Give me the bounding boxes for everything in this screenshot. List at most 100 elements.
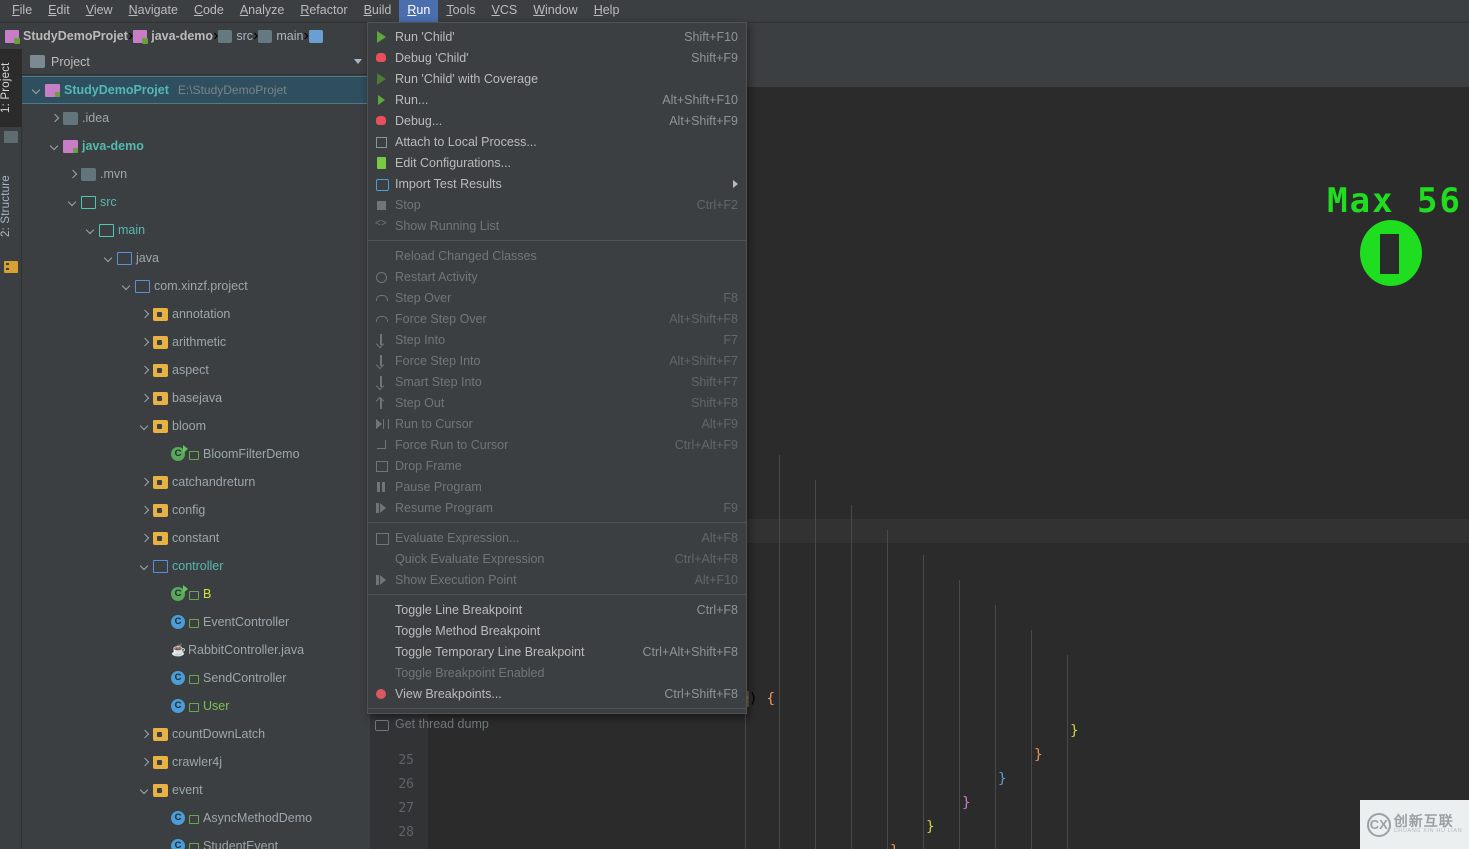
code-closing-brace[interactable]: } <box>890 839 899 849</box>
menu-help[interactable]: Help <box>586 0 628 22</box>
menu-window[interactable]: Window <box>525 0 585 22</box>
chevron-right-icon[interactable] <box>138 364 151 377</box>
tree-node-b[interactable]: CB <box>22 580 370 608</box>
menu-item-view-breakpoints[interactable]: View Breakpoints... Ctrl+Shift+F8 <box>368 683 746 704</box>
menu-bar: File Edit View Navigate Code Analyze Refactor B… <box>0 0 1469 23</box>
tree-node-com-xinzf-project[interactable]: com.xinzf.project <box>22 272 370 300</box>
class-icon: C <box>171 615 185 629</box>
chevron-right-icon[interactable] <box>138 504 151 517</box>
chevron-right-icon[interactable] <box>138 336 151 349</box>
chevron-down-icon[interactable] <box>138 420 151 433</box>
tree-node-studentevent[interactable]: C StudentEvent <box>22 832 370 849</box>
breadcrumb-item[interactable]: java-demo <box>133 29 213 44</box>
breadcrumb-item[interactable]: StudyDemoProjet <box>5 29 128 44</box>
menu-view[interactable]: View <box>78 0 121 22</box>
chevron-right-icon[interactable] <box>138 392 151 405</box>
chevron-down-icon[interactable] <box>138 560 151 573</box>
tree-node--idea[interactable]: .idea <box>22 104 370 132</box>
chevron-down-icon[interactable] <box>66 196 79 209</box>
chevron-right-icon[interactable] <box>138 756 151 769</box>
chevron-right-icon[interactable] <box>138 476 151 489</box>
menu-item-debug-child[interactable]: Debug 'Child' Shift+F9 <box>368 47 746 68</box>
sidebar-item-structure[interactable]: 2: Structure <box>0 157 22 255</box>
menu-file[interactable]: File <box>4 0 40 22</box>
menu-analyze[interactable]: Analyze <box>232 0 292 22</box>
chevron-down-icon[interactable] <box>138 784 151 797</box>
tree-node-label: java <box>136 251 159 265</box>
breadcrumb-item[interactable]: src <box>218 29 253 43</box>
tree-node-java-demo[interactable]: java-demo <box>22 132 370 160</box>
chevron-down-icon[interactable] <box>120 280 133 293</box>
menu-item-toggle-line-breakpoint[interactable]: Toggle Line Breakpoint Ctrl+F8 <box>368 599 746 620</box>
chevron-down-icon[interactable] <box>48 140 61 153</box>
menu-run[interactable]: Run <box>399 0 439 22</box>
menu-edit[interactable]: Edit <box>40 0 78 22</box>
tree-node-src[interactable]: src <box>22 188 370 216</box>
chevron-down-icon[interactable] <box>354 59 362 64</box>
menu-item-label: Show Running List <box>395 218 500 233</box>
menu-item-shortcut: Alt+Shift+F7 <box>669 353 738 368</box>
tree-node-controller[interactable]: controller <box>22 552 370 580</box>
chevron-right-icon[interactable] <box>48 112 61 125</box>
tree-node-aspect[interactable]: aspect <box>22 356 370 384</box>
tree-node-crawler4j[interactable]: crawler4j <box>22 748 370 776</box>
chevron-down-icon[interactable] <box>30 84 43 97</box>
tree-node-catchandreturn[interactable]: catchandreturn <box>22 468 370 496</box>
tree-node-user[interactable]: C User <box>22 692 370 720</box>
chevron-right-icon[interactable] <box>138 532 151 545</box>
project-tree[interactable]: StudyDemoProjet E:\StudyDemoProjet .idea ja… <box>22 75 370 849</box>
class-runnable-icon: C <box>171 585 188 601</box>
menu-item-toggle-temporary-line-breakpoint[interactable]: Toggle Temporary Line Breakpoint Ctrl+Alt… <box>368 641 746 662</box>
menu-tools[interactable]: Tools <box>438 0 483 22</box>
menu-item-run[interactable]: Run... Alt+Shift+F10 <box>368 89 746 110</box>
sidebar-item-project[interactable]: 1: Project <box>0 49 22 127</box>
chevron-right-icon[interactable] <box>138 308 151 321</box>
menu-item-import-test-results[interactable]: Import Test Results <box>368 173 746 194</box>
menu-item-toggle-method-breakpoint[interactable]: Toggle Method Breakpoint <box>368 620 746 641</box>
tree-node-event[interactable]: event <box>22 776 370 804</box>
code-closing-brace[interactable]: } <box>926 815 935 839</box>
menu-navigate[interactable]: Navigate <box>121 0 186 22</box>
breadcrumb-item[interactable] <box>308 29 323 43</box>
tree-node-basejava[interactable]: basejava <box>22 384 370 412</box>
menu-item-pause-program: Pause Program <box>368 476 746 497</box>
code-closing-brace[interactable]: } <box>1034 743 1043 767</box>
code-line[interactable]: if (true) { <box>645 663 1469 687</box>
code-closing-brace[interactable]: } <box>998 767 1007 791</box>
tree-node-eventcontroller[interactable]: C EventController <box>22 608 370 636</box>
code-line[interactable]: if (true) { <box>679 687 1469 711</box>
menu-vcs[interactable]: VCS <box>484 0 526 22</box>
menu-item-debug[interactable]: Debug... Alt+Shift+F9 <box>368 110 746 131</box>
tree-node-main[interactable]: main <box>22 216 370 244</box>
code-closing-brace[interactable]: } <box>1070 719 1079 743</box>
tree-node-constant[interactable]: constant <box>22 524 370 552</box>
tree-node-config[interactable]: config <box>22 496 370 524</box>
menu-item-run-child[interactable]: Run 'Child' Shift+F10 <box>368 26 746 47</box>
tree-node-java[interactable]: java <box>22 244 370 272</box>
tree-node-label: arithmetic <box>172 335 227 349</box>
tree-node-sendcontroller[interactable]: C SendController <box>22 664 370 692</box>
run-menu-dropdown[interactable]: Run 'Child' Shift+F10 Debug 'Child' Shift+F… <box>367 22 747 731</box>
chevron-right-icon[interactable] <box>138 728 151 741</box>
bug-icon <box>374 51 389 65</box>
tree-node-studydemoprojet[interactable]: StudyDemoProjet E:\StudyDemoProjet <box>22 76 370 104</box>
tree-node-annotation[interactable]: annotation <box>22 300 370 328</box>
menu-refactor[interactable]: Refactor <box>292 0 355 22</box>
chevron-right-icon[interactable] <box>66 168 79 181</box>
tree-node-bloom[interactable]: bloom <box>22 412 370 440</box>
chevron-down-icon[interactable] <box>102 252 115 265</box>
chevron-down-icon[interactable] <box>84 224 97 237</box>
code-closing-brace[interactable]: } <box>962 791 971 815</box>
menu-item-run-child-with-coverage[interactable]: Run 'Child' with Coverage <box>368 68 746 89</box>
tree-node-asyncmethoddemo[interactable]: C AsyncMethodDemo <box>22 804 370 832</box>
menu-item-attach-to-local-process[interactable]: Attach to Local Process... <box>368 131 746 152</box>
tree-node-bloomfilterdemo[interactable]: C BloomFilterDemo <box>22 440 370 468</box>
menu-item-edit-configurations[interactable]: Edit Configurations... <box>368 152 746 173</box>
tree-node-arithmetic[interactable]: arithmetic <box>22 328 370 356</box>
breadcrumb-item[interactable]: main <box>258 29 303 43</box>
tree-node--mvn[interactable]: .mvn <box>22 160 370 188</box>
menu-code[interactable]: Code <box>186 0 232 22</box>
tree-node-countdownlatch[interactable]: countDownLatch <box>22 720 370 748</box>
menu-build[interactable]: Build <box>356 0 400 22</box>
tree-node-rabbitcontroller-java[interactable]: ☕ RabbitController.java <box>22 636 370 664</box>
